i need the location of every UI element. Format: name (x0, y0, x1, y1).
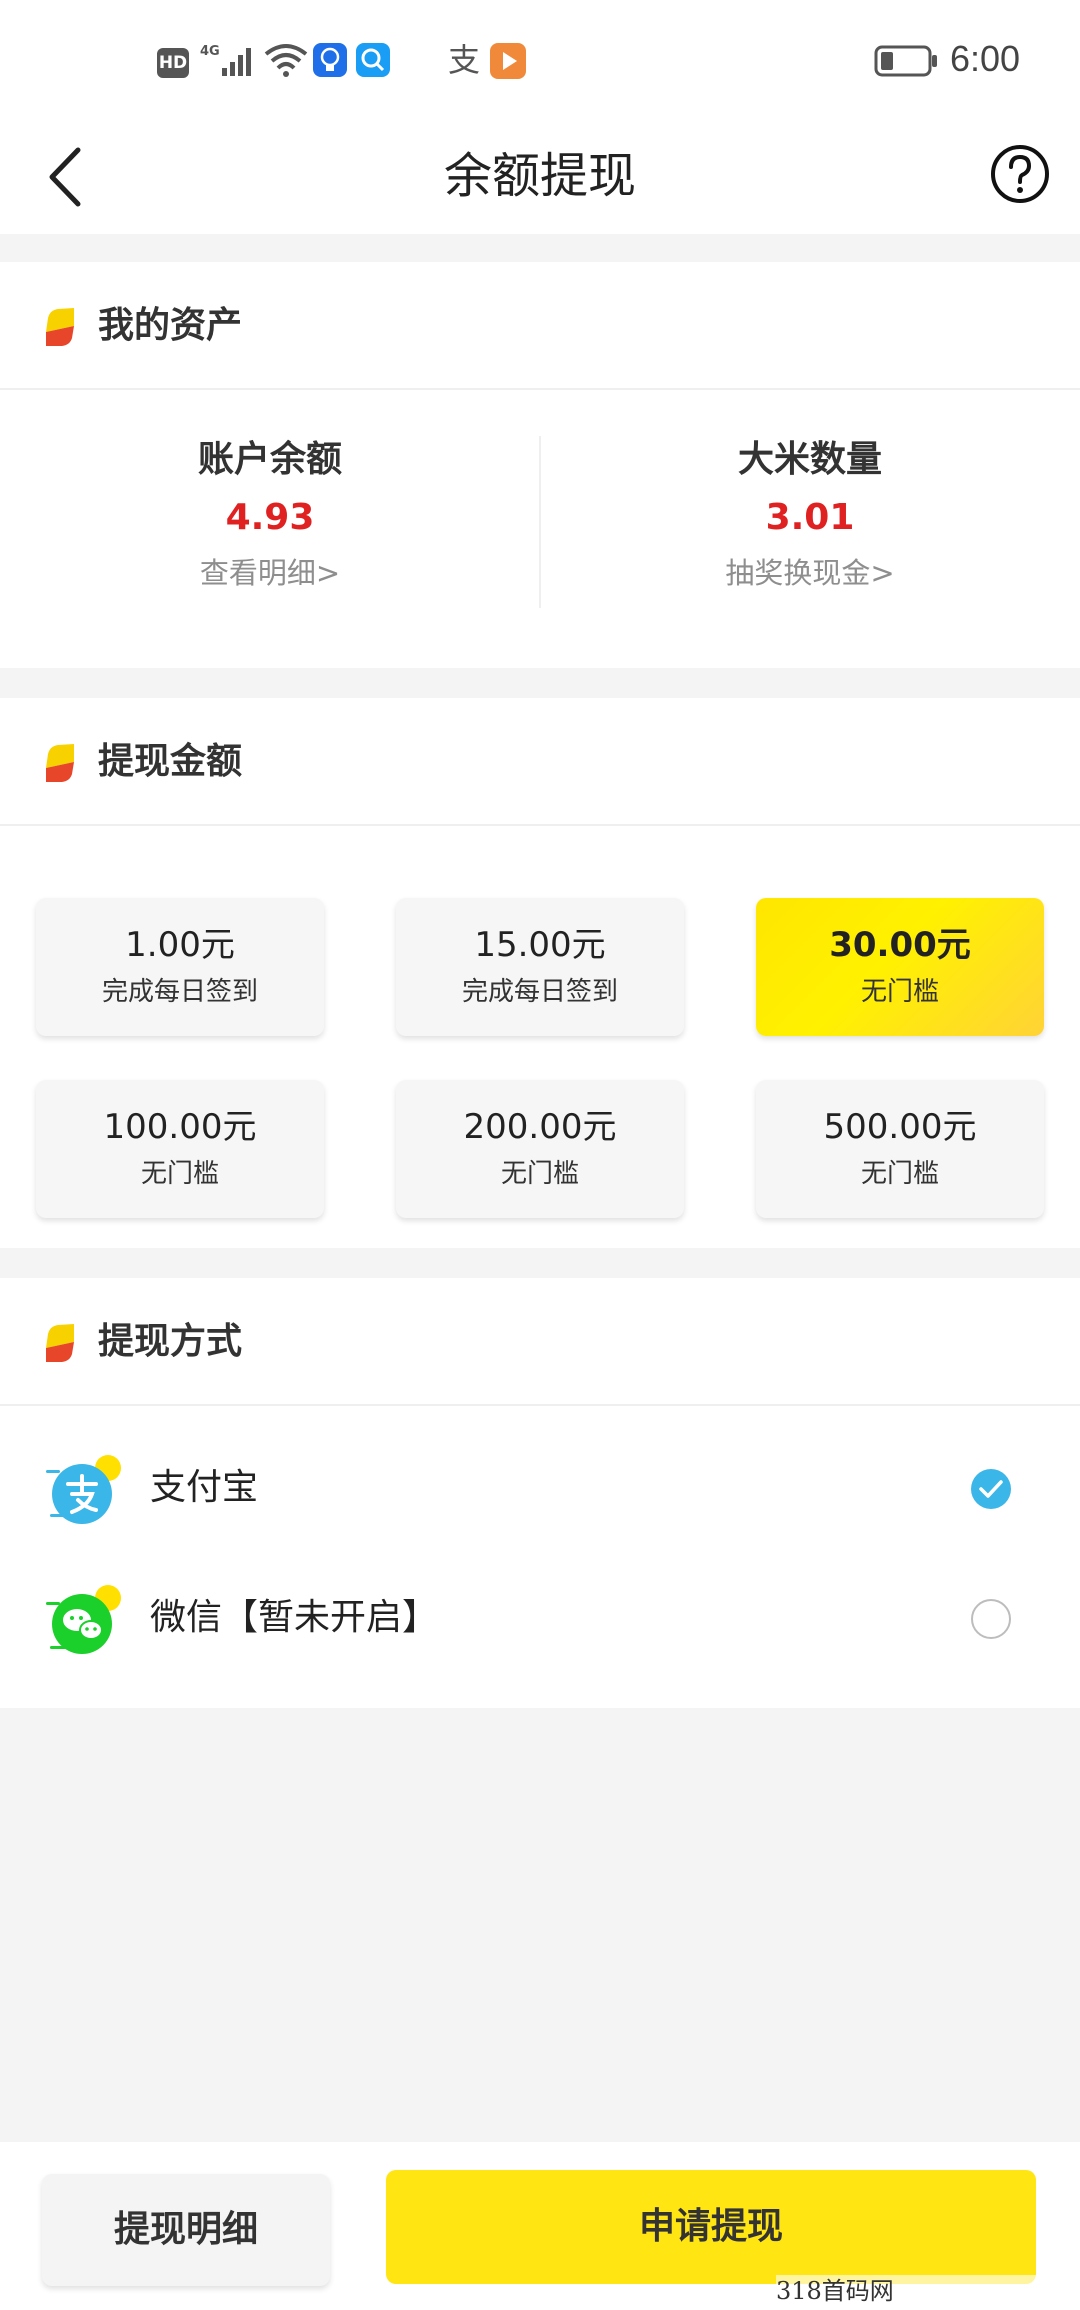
amount-option-desc: 无门槛 (860, 1159, 939, 1189)
amount-option-1[interactable]: 1.00元 完成每日签到 (36, 898, 324, 1036)
method-card: 提现方式 支付宝 微信【暂未开启】 (0, 1278, 1080, 1708)
assets-header: 我的资产 (0, 262, 1080, 390)
lightbulb-app-icon (313, 43, 347, 77)
wifi-icon (264, 44, 308, 77)
amount-option-desc: 无门槛 (140, 1159, 219, 1189)
leaf-icon (46, 1324, 74, 1362)
play-app-icon (490, 43, 526, 79)
rice-label: 大米数量 (737, 439, 882, 480)
rice-value: 3.01 (765, 497, 855, 538)
amount-option-value: 500.00元 (823, 1107, 977, 1147)
amount-header: 提现金额 (0, 698, 1080, 826)
question-circle-icon[interactable] (984, 138, 1056, 210)
amount-option-value: 1.00元 (125, 925, 235, 965)
lottery-cash-link[interactable]: 抽奖换现金> (540, 552, 1080, 594)
page-title: 余额提现 (443, 148, 636, 204)
search-app-icon (356, 43, 390, 77)
amount-card: 提现金额 1.00元 完成每日签到 15.00元 完成每日签到 30.00元 无… (0, 698, 1080, 1248)
method-label: 支付宝 (150, 1467, 259, 1508)
view-details-link[interactable]: 查看明细> (0, 552, 540, 594)
amount-option-15[interactable]: 15.00元 完成每日签到 (396, 898, 684, 1036)
network-type-label: 4G (200, 44, 220, 59)
method-option-wechat[interactable]: 微信【暂未开启】 (0, 1558, 1080, 1688)
amount-option-100[interactable]: 100.00元 无门槛 (36, 1080, 324, 1218)
status-bar: HD 4G 支 6:00 (0, 0, 1080, 120)
nav-bar: 余额提现 (0, 120, 1080, 234)
balance-value: 4.93 (225, 497, 315, 538)
amount-option-desc: 完成每日签到 (461, 977, 618, 1007)
hd-icon: HD (157, 48, 189, 78)
balance-column: 账户余额 4.93 查看明细> (0, 390, 540, 668)
amount-option-value: 100.00元 (103, 1107, 257, 1147)
watermark: 318首码网 www.E318.com (776, 2275, 1080, 2310)
method-option-alipay[interactable]: 支付宝 (0, 1428, 1080, 1558)
amount-option-value: 30.00元 (829, 925, 971, 965)
withdraw-history-button[interactable]: 提现明细 (42, 2174, 330, 2286)
amount-option-desc: 无门槛 (500, 1159, 579, 1189)
amount-option-30[interactable]: 30.00元 无门槛 (756, 898, 1044, 1036)
signal-icon: 4G (200, 44, 251, 76)
leaf-icon (46, 744, 74, 782)
amount-option-value: 15.00元 (474, 925, 606, 965)
rice-column: 大米数量 3.01 抽奖换现金> (540, 390, 1080, 668)
assets-row: 账户余额 4.93 查看明细> 大米数量 3.01 抽奖换现金> (0, 390, 1080, 668)
amount-option-desc: 无门槛 (860, 977, 939, 1007)
amount-title: 提现金额 (98, 741, 243, 782)
assets-title: 我的资产 (98, 305, 243, 346)
checked-radio-icon[interactable] (970, 1468, 1012, 1510)
battery-icon (874, 45, 937, 77)
alipay-icon: 支 (448, 41, 481, 79)
method-title: 提现方式 (98, 1321, 243, 1362)
alipay-icon (46, 1455, 121, 1524)
apply-withdraw-button[interactable]: 申请提现 (386, 2170, 1036, 2284)
amount-option-value: 200.00元 (463, 1107, 617, 1147)
method-header: 提现方式 (0, 1278, 1080, 1406)
amount-option-desc: 完成每日签到 (101, 977, 258, 1007)
amount-options-grid: 1.00元 完成每日签到 15.00元 完成每日签到 30.00元 无门槛 10… (36, 898, 1044, 1228)
status-time: 6:00 (950, 38, 1021, 79)
amount-option-500[interactable]: 500.00元 无门槛 (756, 1080, 1044, 1218)
unchecked-radio-icon[interactable] (970, 1598, 1012, 1640)
balance-label: 账户余额 (197, 439, 342, 480)
assets-card: 我的资产 账户余额 4.93 查看明细> 大米数量 3.01 抽奖换现金> (0, 262, 1080, 668)
amount-option-200[interactable]: 200.00元 无门槛 (396, 1080, 684, 1218)
leaf-icon (46, 308, 74, 346)
wechat-icon (46, 1585, 121, 1654)
method-label: 微信【暂未开启】 (150, 1597, 439, 1638)
